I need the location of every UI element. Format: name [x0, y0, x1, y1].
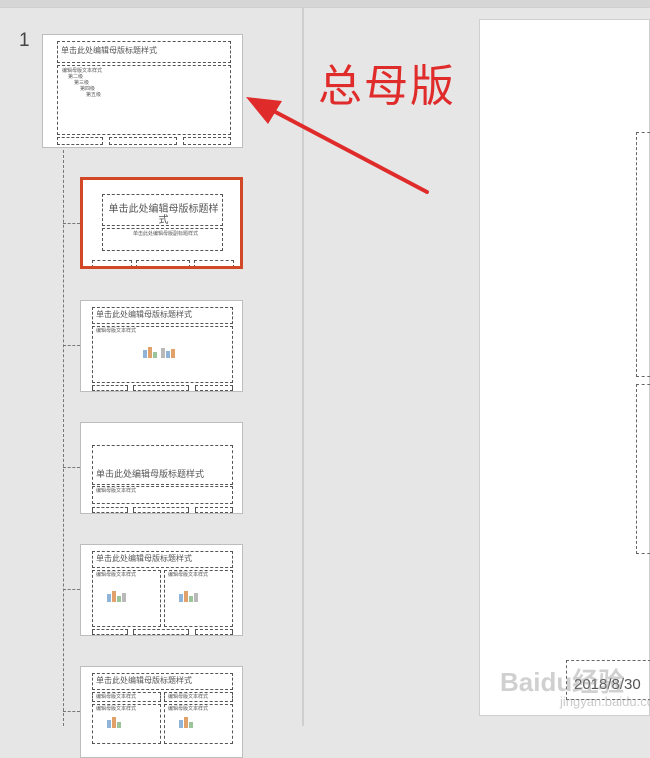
content-insert-icons [179, 717, 193, 728]
layout-body-text: 编辑母版文本样式 [96, 706, 137, 712]
canvas-body-placeholder[interactable] [636, 384, 650, 554]
footer-placeholder [133, 629, 189, 635]
content-insert-icons [143, 347, 175, 358]
tree-branch [63, 345, 80, 346]
layout-body-text: 编辑母版文本样式 [96, 328, 137, 334]
layout-thumbnail-content[interactable]: 单击此处编辑母版标题样式 编辑母版文本样式 [80, 300, 243, 392]
watermark-url: jingyan.baidu.com [560, 694, 650, 709]
layout-thumbnail-section[interactable]: 单击此处编辑母版标题样式 编辑母版文本样式 [80, 422, 243, 514]
tree-branch [63, 711, 80, 712]
footer-placeholder [133, 507, 189, 513]
date-placeholder [92, 385, 128, 391]
slide-number-placeholder [195, 507, 233, 513]
slide-canvas[interactable] [479, 19, 650, 716]
layout-thumbnail-two-content[interactable]: 单击此处编辑母版标题样式 编辑母版文本样式 编辑母版文本样式 [80, 544, 243, 636]
footer-placeholder [109, 137, 177, 145]
layout-title-text: 单击此处编辑母版标题样式 [96, 554, 192, 563]
layout-title-text: 单击此处编辑母版标题样式 [96, 470, 205, 480]
master-body-placeholder: 编辑母版文本样式 第二级 第三级 第四级 第五级 [57, 65, 231, 135]
date-placeholder [92, 629, 128, 635]
layout-body-text: 编辑母版文本样式 [168, 694, 209, 700]
layout-title-placeholder: 单击此处编辑母版标题样式 [92, 307, 233, 324]
layout-thumbnail-title[interactable]: 单击此处编辑母版标题样式 单击此处编辑母版副标题样式 [80, 177, 243, 269]
layout-right-content-placeholder: 编辑母版文本样式 [164, 570, 233, 627]
layout-subtitle-placeholder: 单击此处编辑母版副标题样式 [102, 228, 223, 251]
layout-title-placeholder: 单击此处编辑母版标题样式 [92, 551, 233, 568]
tree-branch [63, 467, 80, 468]
ribbon-edge [0, 0, 650, 8]
slide-number-placeholder [194, 260, 234, 266]
layout-right-heading-placeholder: 编辑母版文本样式 [164, 692, 233, 702]
slide-number-placeholder [195, 385, 233, 391]
layout-body-text: 编辑母版文本样式 [168, 706, 209, 712]
canvas-title-placeholder[interactable] [636, 132, 650, 377]
footer-placeholder [133, 385, 189, 391]
tree-branch [63, 589, 80, 590]
layout-text-placeholder: 编辑母版文本样式 [92, 486, 233, 504]
tree-branch [63, 223, 80, 224]
layout-body-text: 编辑母版文本样式 [168, 572, 209, 578]
layout-body-placeholder: 编辑母版文本样式 [92, 326, 233, 383]
layout-right-content-placeholder: 编辑母版文本样式 [164, 704, 233, 744]
master-title-text: 单击此处编辑母版标题样式 [61, 46, 157, 55]
layout-tree-connector [63, 150, 64, 726]
layout-left-heading-placeholder: 编辑母版文本样式 [92, 692, 161, 702]
layout-thumbnail-comparison[interactable]: 单击此处编辑母版标题样式 编辑母版文本样式 编辑母版文本样式 编辑母版文本样式 … [80, 666, 243, 758]
layout-title-text: 单击此处编辑母版标题样式 [96, 310, 192, 319]
layout-title-placeholder: 单击此处编辑母版标题样式 [92, 445, 233, 485]
layout-title-text: 单击此处编辑母版标题样式 [96, 676, 192, 685]
layout-title-placeholder: 单击此处编辑母版标题样式 [102, 194, 223, 226]
content-insert-icons [107, 591, 126, 602]
layout-left-content-placeholder: 编辑母版文本样式 [92, 704, 161, 744]
slide-number: 1 [19, 30, 30, 51]
body-level-5: 第五级 [86, 92, 102, 98]
content-insert-icons [179, 591, 198, 602]
slide-master-thumbnail[interactable]: 单击此处编辑母版标题样式 编辑母版文本样式 第二级 第三级 第四级 第五级 [42, 34, 243, 148]
footer-placeholder [136, 260, 190, 266]
layout-body-text: 编辑母版文本样式 [96, 572, 137, 578]
slide-number-placeholder [183, 137, 231, 145]
layout-title-placeholder: 单击此处编辑母版标题样式 [92, 673, 233, 690]
date-placeholder [92, 507, 128, 513]
date-placeholder [92, 260, 132, 266]
layout-text: 编辑母版文本样式 [96, 488, 137, 494]
layout-subtitle-text: 单击此处编辑母版副标题样式 [133, 231, 199, 237]
layout-left-content-placeholder: 编辑母版文本样式 [92, 570, 161, 627]
content-insert-icons [107, 717, 121, 728]
layout-body-text: 编辑母版文本样式 [96, 694, 137, 700]
slide-number-placeholder [195, 629, 233, 635]
date-placeholder [57, 137, 103, 145]
layout-title-text: 单击此处编辑母版标题样式 [108, 204, 219, 226]
annotation-label: 总母版 [318, 61, 456, 112]
master-title-placeholder: 单击此处编辑母版标题样式 [57, 41, 231, 63]
